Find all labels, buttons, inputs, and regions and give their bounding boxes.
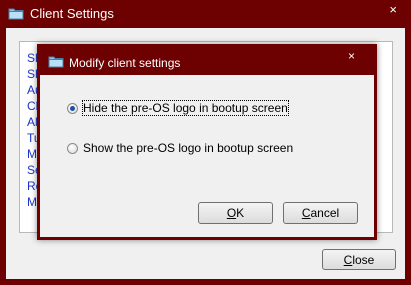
close-icon[interactable]: × [348,49,355,63]
hide-logo-option[interactable]: Hide the pre-OS logo in bootup screen [67,100,289,116]
folder-icon [8,7,24,20]
title-bar: Client Settings × [0,0,411,28]
close-button[interactable]: Close [322,249,396,270]
close-button-label: lose [352,253,375,267]
hide-logo-label: Hide the pre-OS logo in bootup screen [82,100,289,116]
ok-button[interactable]: OK [198,202,273,224]
ok-button-label: K [236,206,245,220]
dialog-client-area: Hide the pre-OS logo in bootup screen Sh… [40,75,374,237]
folder-icon [48,55,64,68]
close-icon[interactable]: × [389,2,397,17]
show-logo-option[interactable]: Show the pre-OS logo in bootup screen [67,141,293,155]
cancel-button-label: ancel [310,206,340,220]
cancel-button[interactable]: Cancel [283,202,358,224]
radio-button[interactable] [67,142,78,154]
radio-button-selected[interactable] [67,102,78,114]
window-title: Client Settings [30,6,114,21]
modify-client-settings-dialog: Modify client settings × Hide the pre-OS… [37,44,377,240]
dialog-title: Modify client settings [69,56,181,70]
ok-button-accel: O [226,206,237,220]
show-logo-label: Show the pre-OS logo in bootup screen [83,141,294,155]
